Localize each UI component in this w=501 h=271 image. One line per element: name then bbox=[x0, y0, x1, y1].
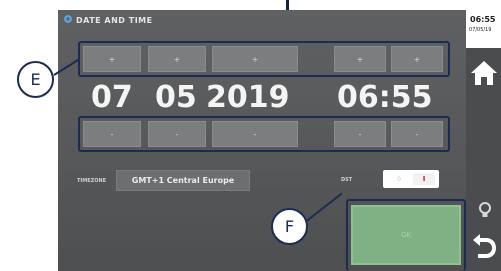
time-value: 06:55 bbox=[337, 80, 433, 115]
dst-label: DST bbox=[341, 177, 353, 183]
timezone-select[interactable]: GMT+1 Central Europe bbox=[116, 170, 250, 191]
callout-f-frame bbox=[346, 199, 466, 271]
callout-e-top-frame bbox=[78, 41, 450, 77]
gear-icon bbox=[64, 15, 72, 23]
callout-e-bottom-frame bbox=[78, 116, 450, 152]
callout-f-marker: F bbox=[271, 208, 308, 245]
sidebar-time: 06:55 bbox=[470, 15, 496, 24]
year-value: 2019 bbox=[206, 80, 290, 115]
home-icon[interactable] bbox=[468, 58, 500, 88]
dst-toggle[interactable]: 0 I bbox=[383, 170, 439, 188]
sidebar-date: 07/05/19 bbox=[469, 27, 492, 33]
callout-e-marker: E bbox=[17, 61, 54, 98]
back-arrow-icon[interactable] bbox=[470, 230, 498, 260]
timezone-label: TIMEZONE bbox=[77, 178, 107, 184]
day-value: 07 bbox=[91, 80, 133, 115]
month-value: 05 bbox=[155, 80, 197, 115]
page-title: DATE AND TIME bbox=[76, 16, 153, 25]
dst-off-option[interactable]: 0 bbox=[388, 173, 410, 185]
lightbulb-icon[interactable] bbox=[475, 200, 495, 220]
dst-on-option[interactable]: I bbox=[413, 173, 435, 185]
